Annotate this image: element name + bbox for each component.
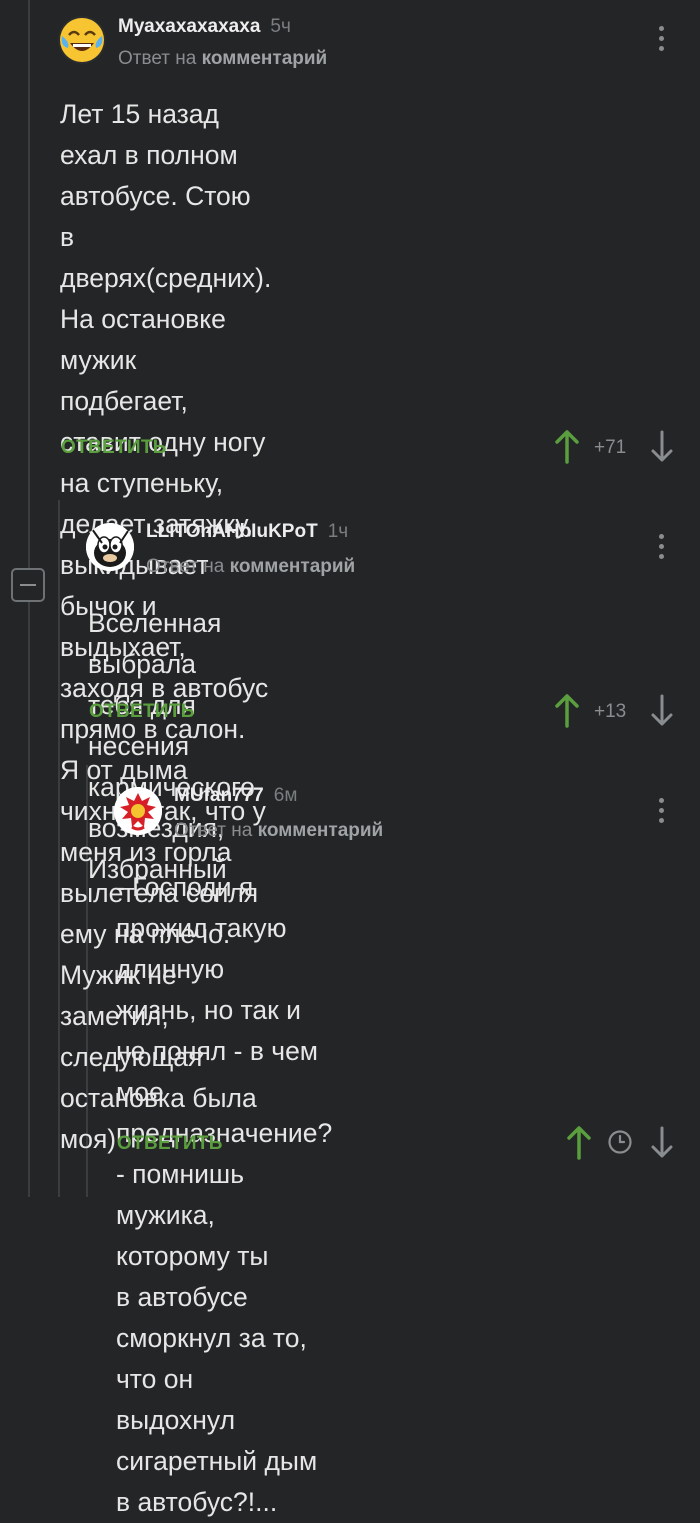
laughing-crying-emoji-icon: [60, 18, 104, 62]
reply-button[interactable]: ОТВЕТИТЬ: [117, 1133, 223, 1155]
timestamp: 1ч: [327, 521, 349, 542]
collapse-thread-button[interactable]: [11, 568, 45, 602]
clock-icon: [608, 1130, 632, 1154]
downvote-arrow-icon[interactable]: [650, 694, 674, 728]
reply-target-link[interactable]: комментарий: [230, 556, 356, 577]
more-options-icon[interactable]: [659, 534, 665, 559]
avatar[interactable]: [58, 16, 106, 64]
downvote-arrow-icon[interactable]: [650, 430, 674, 464]
red-devil-logo-icon: [114, 787, 162, 835]
rating-value: +71: [594, 437, 627, 458]
reply-button[interactable]: ОТВЕТИТЬ: [61, 437, 167, 459]
reply-prefix: Ответ на: [118, 48, 197, 69]
author-name-text[interactable]: Муахахахахаха: [118, 16, 260, 37]
author-name[interactable]: MUfan777 6м: [174, 785, 297, 807]
rating-value: +13: [594, 701, 627, 722]
upvote-arrow-icon[interactable]: [567, 1126, 591, 1160]
upvote-arrow-icon[interactable]: [555, 694, 579, 728]
reply-to-line: Ответ на комментарий: [118, 48, 327, 70]
minus-icon: [20, 584, 36, 586]
author-name-text[interactable]: MUfan777: [174, 785, 264, 806]
reply-prefix: Ответ на: [146, 556, 225, 577]
avatar[interactable]: [114, 787, 162, 835]
timestamp: 6м: [273, 785, 298, 806]
reply-target-link[interactable]: комментарий: [202, 48, 328, 69]
author-name-text[interactable]: LLITOnAHbIuKPoT: [146, 521, 318, 542]
comment-text: - Господи я прожил такую длинную жизнь, …: [116, 872, 333, 1517]
more-options-icon[interactable]: [659, 798, 665, 823]
avatar[interactable]: [86, 523, 134, 571]
comment-text: Вселенная выбрала тебя для несения карми…: [88, 608, 255, 884]
reply-button[interactable]: ОТВЕТИТЬ: [89, 701, 195, 723]
cartoon-character-icon: [86, 523, 134, 571]
more-options-icon[interactable]: [659, 26, 665, 51]
downvote-arrow-icon[interactable]: [650, 1126, 674, 1160]
reply-to-line: Ответ на комментарий: [174, 820, 383, 842]
reply-prefix: Ответ на: [174, 820, 253, 841]
author-name[interactable]: Муахахахахаха 5ч: [118, 16, 291, 38]
upvote-arrow-icon[interactable]: [555, 430, 579, 464]
author-name[interactable]: LLITOnAHbIuKPoT 1ч: [146, 521, 348, 543]
reply-to-line: Ответ на комментарий: [146, 556, 355, 578]
reply-target-link[interactable]: комментарий: [258, 820, 384, 841]
timestamp: 5ч: [270, 16, 291, 37]
